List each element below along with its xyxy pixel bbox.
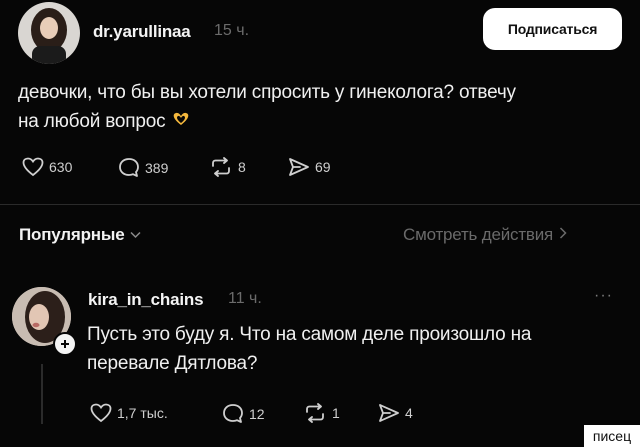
- post-like-button[interactable]: 630: [22, 157, 72, 177]
- sort-label: Популярные: [19, 225, 125, 244]
- reply-more-icon[interactable]: ···: [594, 287, 613, 305]
- heart-icon: [90, 403, 112, 423]
- post-likes-count: 630: [49, 159, 73, 175]
- follow-plus-button[interactable]: [53, 332, 77, 356]
- author-username[interactable]: dr.yarullinaa: [93, 22, 191, 42]
- reply-text: Пусть это буду я. Что на самом деле прои…: [87, 320, 627, 378]
- plus-icon: [61, 340, 69, 348]
- reply-repost-button[interactable]: 1: [303, 403, 340, 423]
- reply-shares-count: 4: [405, 405, 413, 421]
- chevron-right-icon: [559, 226, 567, 244]
- reply-time: 11 ч.: [228, 290, 262, 307]
- chevron-down-icon: [130, 226, 141, 244]
- reply-text-line1: Пусть это буду я. Что на самом деле прои…: [87, 324, 532, 345]
- watermark: писец: [584, 425, 640, 447]
- view-actions-link[interactable]: Смотреть действия: [403, 225, 567, 245]
- post-comments-count: 389: [145, 159, 169, 176]
- post-reposts-count: 8: [238, 159, 246, 175]
- reply-share-button[interactable]: 4: [378, 403, 413, 423]
- heart-icon: [22, 157, 44, 177]
- reply-text-line2: перевале Дятлова?: [87, 353, 258, 374]
- repost-icon: [212, 157, 230, 177]
- send-icon: [379, 404, 399, 422]
- repost-icon: [306, 403, 324, 423]
- post-comment-button[interactable]: 389: [118, 157, 168, 178]
- reply-like-button[interactable]: 1,7 тыс.: [90, 403, 168, 423]
- reply-likes-count: 1,7 тыс.: [117, 405, 168, 421]
- sort-dropdown[interactable]: Популярные: [19, 225, 141, 245]
- post-text-line2: на любой вопрос: [18, 111, 166, 132]
- reply-reposts-count: 1: [332, 405, 340, 421]
- heart-hands-emoji-icon: [171, 107, 191, 136]
- thread-line: [41, 364, 43, 424]
- post-shares-count: 69: [315, 159, 331, 175]
- reply-username[interactable]: kira_in_chains: [88, 290, 204, 310]
- post-share-button[interactable]: 69: [288, 157, 331, 177]
- subscribe-button[interactable]: Подписаться: [483, 8, 622, 50]
- post-text: девочки, что бы вы хотели спросить у гин…: [18, 78, 628, 136]
- reply-comments-count: 12: [249, 405, 265, 422]
- post-time: 15 ч.: [214, 22, 250, 39]
- post-text-line1: девочки, что бы вы хотели спросить у гин…: [18, 82, 516, 103]
- section-divider: [0, 204, 640, 205]
- comment-icon: [119, 158, 139, 177]
- view-actions-label: Смотреть действия: [403, 225, 554, 244]
- comment-icon: [223, 404, 243, 423]
- post-text-line2-wrap: на любой вопрос: [18, 107, 628, 136]
- reply-comment-button[interactable]: 12: [222, 403, 265, 424]
- send-icon: [289, 158, 309, 176]
- post-repost-button[interactable]: 8: [209, 157, 246, 177]
- author-avatar[interactable]: [18, 2, 80, 64]
